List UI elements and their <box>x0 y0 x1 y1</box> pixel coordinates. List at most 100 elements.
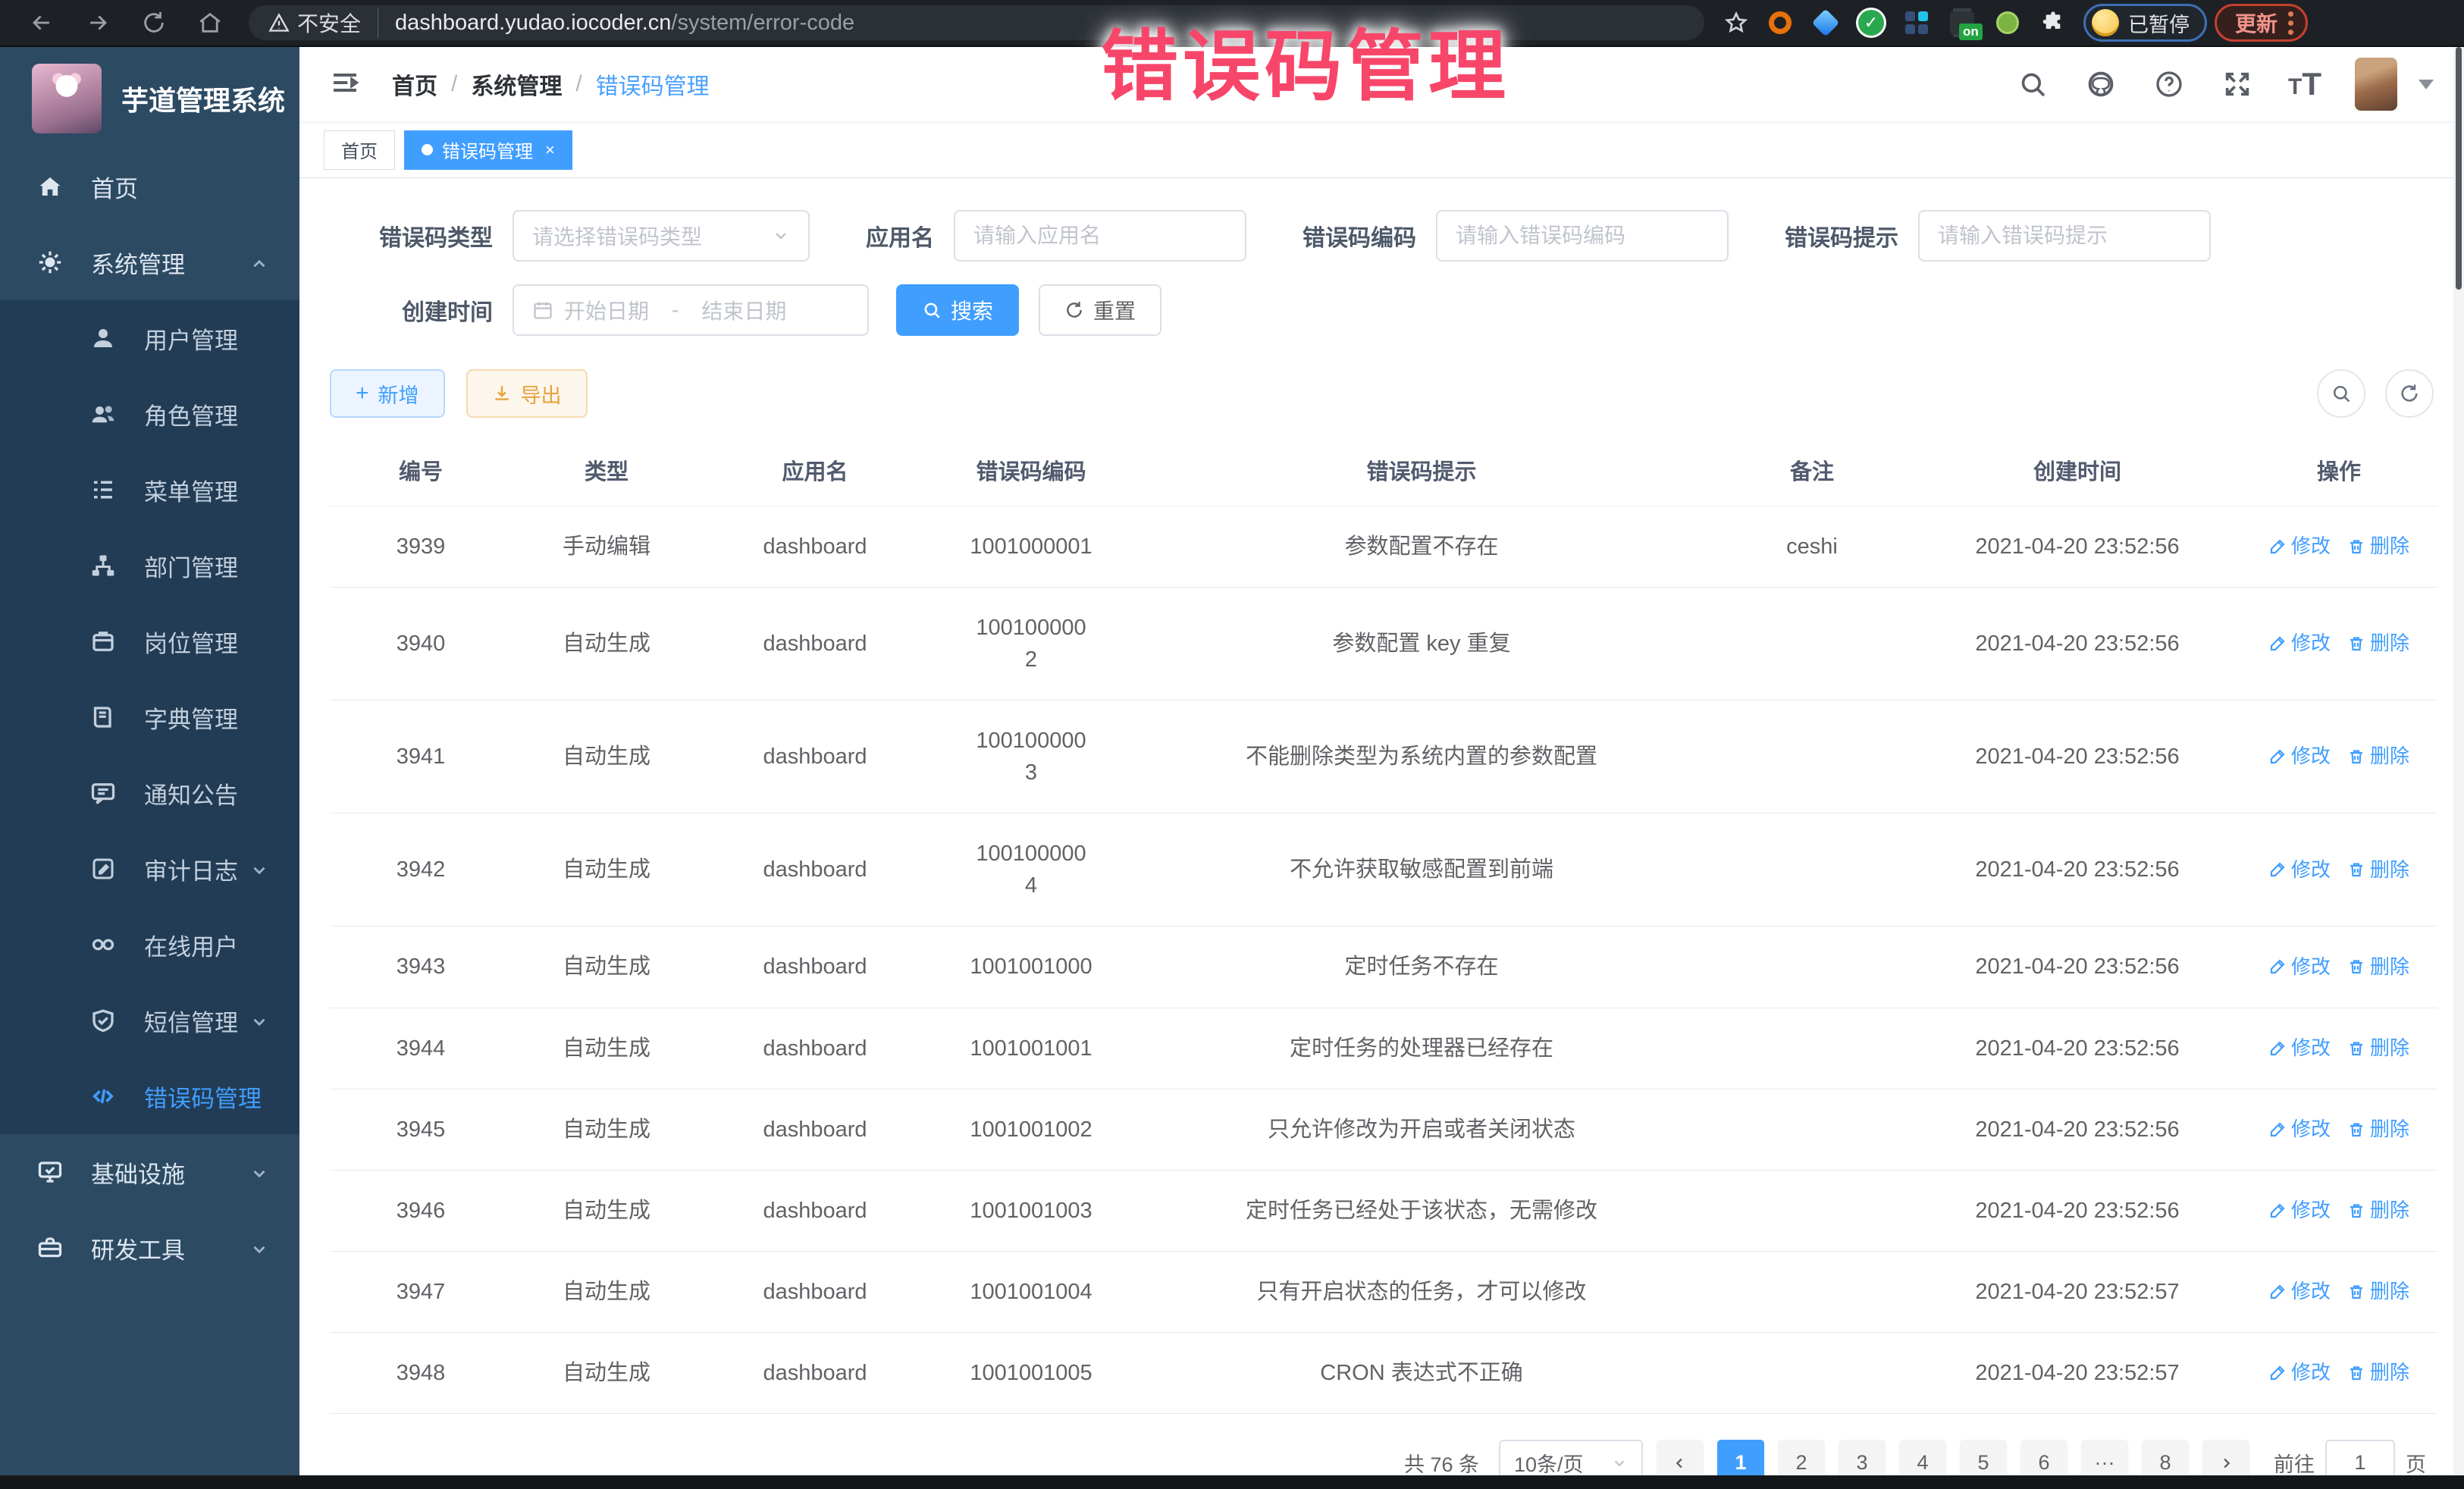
delete-row-button[interactable]: 删除 <box>2347 1115 2409 1144</box>
github-icon[interactable] <box>2083 67 2118 102</box>
edit-row-button[interactable]: 修改 <box>2268 1359 2331 1387</box>
cell-actions: 修改删除 <box>2240 1251 2437 1332</box>
sidebar-item-7[interactable]: 字典管理 <box>0 679 299 755</box>
prev-page-button[interactable] <box>1657 1440 1704 1475</box>
sidebar-item-12[interactable]: 错误码管理 <box>0 1058 299 1134</box>
url-path: /system/error-code <box>671 11 854 35</box>
edit-row-button[interactable]: 修改 <box>2268 1277 2331 1306</box>
fullscreen-icon[interactable] <box>2220 67 2255 102</box>
badge-icon <box>88 626 118 657</box>
breadcrumb-item-1[interactable]: 系统管理 <box>471 67 562 101</box>
browser-forward-icon[interactable] <box>70 5 126 40</box>
app-name-input[interactable] <box>973 224 1227 248</box>
edit-row-button[interactable]: 修改 <box>2268 742 2331 771</box>
delete-row-button[interactable]: 删除 <box>2347 532 2409 561</box>
sidebar-item-13[interactable]: 基础设施 <box>0 1134 299 1210</box>
extension-pin-icon[interactable] <box>1985 5 2030 40</box>
page-button-4[interactable]: 4 <box>1899 1440 1946 1475</box>
search-button[interactable]: 搜索 <box>896 284 1019 336</box>
add-button[interactable]: + 新增 <box>330 369 445 418</box>
edit-row-button[interactable]: 修改 <box>2268 532 2331 561</box>
user-avatar[interactable] <box>2355 58 2397 111</box>
cell-app: dashboard <box>701 1170 929 1251</box>
bookmark-star-icon[interactable] <box>1715 5 1757 40</box>
sidebar-item-3[interactable]: 角色管理 <box>0 376 299 452</box>
refresh-table-button[interactable] <box>2385 369 2434 418</box>
sidebar-item-10[interactable]: 在线用户 <box>0 907 299 983</box>
browser-menu-dots-icon[interactable] <box>2288 11 2293 35</box>
page-size-select[interactable]: 10条/页 <box>1499 1440 1643 1475</box>
sidebar-item-6[interactable]: 岗位管理 <box>0 603 299 679</box>
profile-paused-pill[interactable]: 已暂停 <box>2083 4 2207 42</box>
top-navbar: 首页/系统管理/错误码管理 TT <box>299 47 2464 122</box>
delete-row-button[interactable]: 删除 <box>2347 629 2409 658</box>
delete-row-button[interactable]: 删除 <box>2347 742 2409 771</box>
hamburger-icon[interactable] <box>330 67 363 101</box>
sidebar-item-8[interactable]: 通知公告 <box>0 755 299 831</box>
browser-home-icon[interactable] <box>182 5 238 40</box>
goto-page-input[interactable] <box>2325 1440 2395 1475</box>
page-button-8[interactable]: 8 <box>2142 1440 2189 1475</box>
tab-1[interactable]: 错误码管理× <box>404 130 572 170</box>
next-page-button[interactable] <box>2202 1440 2249 1475</box>
browser-reload-icon[interactable] <box>126 5 182 40</box>
sidebar-item-11[interactable]: 短信管理 <box>0 983 299 1058</box>
page-button-3[interactable]: 3 <box>1839 1440 1886 1475</box>
tab-close-icon[interactable]: × <box>545 140 555 160</box>
scrollbar-thumb[interactable] <box>2456 47 2462 290</box>
sidebar-item-2[interactable]: 用户管理 <box>0 300 299 376</box>
edit-row-button[interactable]: 修改 <box>2268 1115 2331 1144</box>
address-bar[interactable]: 不安全 dashboard.yudao.iocoder.cn/system/er… <box>249 5 1704 40</box>
sidebar-item-1[interactable]: 系统管理 <box>0 224 299 300</box>
page-button-2[interactable]: 2 <box>1778 1440 1825 1475</box>
breadcrumb-item-0[interactable]: 首页 <box>392 67 437 101</box>
delete-row-button[interactable]: 删除 <box>2347 1359 2409 1387</box>
breadcrumb-item-2[interactable]: 错误码管理 <box>596 67 710 101</box>
reset-button[interactable]: 重置 <box>1039 284 1161 336</box>
search-icon[interactable] <box>2015 67 2050 102</box>
security-chip[interactable]: 不安全 <box>268 8 378 38</box>
cell-id: 3946 <box>330 1170 512 1251</box>
edit-row-button[interactable]: 修改 <box>2268 1196 2331 1225</box>
date-range-picker[interactable]: 开始日期 - 结束日期 <box>513 284 869 336</box>
sidebar-item-5[interactable]: 部门管理 <box>0 528 299 603</box>
extensions-puzzle-icon[interactable] <box>2030 5 2076 40</box>
page-button-1[interactable]: 1 <box>1717 1440 1764 1475</box>
font-size-icon[interactable]: TT <box>2288 68 2321 100</box>
error-type-select[interactable]: 请选择错误码类型 <box>513 210 810 262</box>
sidebar-item-9[interactable]: 审计日志 <box>0 831 299 907</box>
app-logo[interactable]: 芋道管理系统 <box>0 47 299 149</box>
error-code-input[interactable] <box>1456 224 1709 248</box>
browser-update-button[interactable]: 更新 <box>2215 4 2308 42</box>
page-button-6[interactable]: 6 <box>2020 1440 2067 1475</box>
delete-row-button[interactable]: 删除 <box>2347 1034 2409 1063</box>
error-hint-input[interactable] <box>1938 224 2191 248</box>
cell-type: 自动生成 <box>512 1008 701 1089</box>
delete-row-button[interactable]: 删除 <box>2347 1196 2409 1225</box>
page-button-5[interactable]: 5 <box>1960 1440 2007 1475</box>
help-icon[interactable] <box>2152 67 2187 102</box>
delete-row-button[interactable]: 删除 <box>2347 953 2409 982</box>
sidebar-item-0[interactable]: 首页 <box>0 149 299 224</box>
more-pages-button[interactable]: ··· <box>2081 1440 2128 1475</box>
show-search-toggle-button[interactable] <box>2317 369 2365 418</box>
browser-back-icon[interactable] <box>14 5 70 40</box>
tab-0[interactable]: 首页 <box>324 130 395 170</box>
scrollbar[interactable] <box>2453 47 2464 1475</box>
edit-row-button[interactable]: 修改 <box>2268 629 2331 658</box>
avatar-caret-icon[interactable] <box>2419 80 2434 89</box>
sidebar-item-4[interactable]: 菜单管理 <box>0 452 299 528</box>
extension-green-v-icon[interactable]: ✓ <box>1848 5 1894 40</box>
extension-dark-on-icon[interactable]: on <box>1939 5 1985 40</box>
edit-row-button[interactable]: 修改 <box>2268 953 2331 982</box>
delete-row-button[interactable]: 删除 <box>2347 856 2409 885</box>
sidebar-item-label: 首页 <box>91 170 138 204</box>
extension-gem-icon[interactable] <box>1803 5 1848 40</box>
extension-orange-icon[interactable] <box>1757 5 1803 40</box>
sidebar-item-14[interactable]: 研发工具 <box>0 1210 299 1286</box>
export-button[interactable]: 导出 <box>466 369 588 418</box>
edit-row-button[interactable]: 修改 <box>2268 856 2331 885</box>
extension-grid-icon[interactable] <box>1894 5 1939 40</box>
delete-row-button[interactable]: 删除 <box>2347 1277 2409 1306</box>
edit-row-button[interactable]: 修改 <box>2268 1034 2331 1063</box>
